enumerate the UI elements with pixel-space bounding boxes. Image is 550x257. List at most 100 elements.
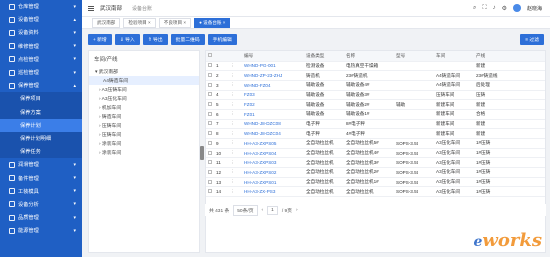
row-menu-icon[interactable]: ⋮ — [228, 61, 242, 72]
row-menu-icon[interactable]: ⋮ — [228, 157, 242, 169]
tree-node[interactable]: A4铸造车间 — [89, 76, 199, 85]
row-checkbox[interactable] — [208, 150, 212, 155]
select-all-checkbox[interactable] — [208, 53, 212, 58]
tree-node[interactable]: › 机加车间 — [89, 103, 199, 112]
sidebar-item[interactable]: 保养方案 — [0, 105, 82, 119]
row-menu-icon[interactable]: ⋮ — [228, 177, 242, 188]
next-page-button[interactable]: › — [296, 208, 298, 213]
fullscreen-icon[interactable]: ⛶ — [482, 5, 486, 12]
row-checkbox[interactable] — [208, 121, 212, 126]
import-button[interactable]: ⇓ 导入 — [114, 33, 140, 45]
table-cell[interactable]: FZ01 — [242, 109, 304, 120]
tree-node[interactable]: › 涂装车间 — [89, 139, 199, 148]
table-cell[interactable]: WHND-ZP-23-ZHJ — [242, 70, 304, 81]
bell-icon[interactable]: ♪ — [493, 5, 496, 11]
collapse-handle[interactable] — [200, 146, 204, 160]
sidebar-item[interactable]: 设备资料 ▾ — [0, 26, 82, 39]
table-cell[interactable]: FZ03 — [242, 90, 304, 101]
tree-node[interactable]: › A3压铸车间 — [89, 85, 199, 94]
table-cell[interactable]: HH-A3-ZXPS03 — [242, 157, 304, 169]
table-cell[interactable]: HH-A3-ZX-PS3 — [242, 186, 304, 198]
row-checkbox[interactable] — [208, 63, 212, 68]
table-row[interactable]: 14 ⋮ HH-A3-ZX-PS3 全自动拉丝机 全自动拉丝机 SOPS-3.5t A3压化… — [206, 186, 545, 198]
row-menu-icon[interactable]: ⋮ — [228, 138, 242, 149]
table-cell[interactable]: WHND-FZ04 — [242, 80, 304, 91]
tab[interactable]: 武汉南部 — [92, 17, 121, 28]
menu-toggle-icon[interactable] — [88, 5, 94, 11]
sidebar-item[interactable]: 设备分析 ▾ — [0, 198, 82, 211]
table-cell[interactable]: WHND-J8-DZC04 — [242, 128, 304, 139]
table-row[interactable]: 10 ⋮ HH-A3-ZXPS04 全自动拉丝机 全自动拉丝机4# SOPS-3.5t A3… — [206, 148, 545, 159]
sidebar-item[interactable]: 保养项目 — [0, 92, 82, 106]
table-cell[interactable]: WHND-PG-001 — [242, 61, 304, 72]
row-checkbox[interactable] — [208, 179, 212, 184]
filter-button[interactable]: ≡ 过滤 — [520, 33, 544, 45]
table-cell[interactable]: HH-A3-ZXPS02 — [242, 167, 304, 178]
page-number-input[interactable]: 1 — [267, 205, 278, 215]
row-checkbox[interactable] — [208, 189, 212, 194]
sidebar-item[interactable]: 维修管理 ▾ — [0, 40, 82, 53]
add-button[interactable]: + 新增 — [88, 33, 112, 45]
sidebar-item[interactable]: 仓库管理 ▾ — [0, 0, 82, 13]
mobile-edit-button[interactable]: 手机编辑 — [207, 33, 237, 45]
sidebar-item[interactable]: 巡检管理 ▾ — [0, 66, 82, 79]
qrcode-button[interactable]: 批量二维码 — [170, 33, 205, 45]
row-menu-icon[interactable]: ⋮ — [228, 148, 242, 159]
table-cell[interactable]: WHND-J8-DZC08 — [242, 119, 304, 130]
sidebar-item[interactable]: 润滑管理 ▾ — [0, 158, 82, 171]
table-row[interactable]: 6 ⋮ FZ01 辅助设备 辅助设备1# 新建车间 合格 — [206, 109, 545, 120]
page-size-select[interactable]: 50条/页 — [233, 204, 258, 216]
row-checkbox[interactable] — [208, 82, 212, 87]
table-row[interactable]: 13 ⋮ HH-A3-ZXPS01 全自动拉丝机 全自动拉丝机1# SOPS-3.5t A3… — [206, 177, 545, 188]
row-menu-icon[interactable]: ⋮ — [228, 186, 242, 198]
settings-icon[interactable]: ⚙ — [502, 5, 507, 12]
table-row[interactable]: 8 ⋮ WHND-J8-DZC04 电子秤 4#电子秤 新建车间 新建 — [206, 128, 545, 139]
row-menu-icon[interactable]: ⋮ — [228, 167, 242, 178]
avatar[interactable] — [512, 4, 521, 12]
sidebar-item[interactable]: 能源管理 ▾ — [0, 224, 82, 237]
row-menu-icon[interactable]: ⋮ — [228, 128, 242, 139]
row-menu-icon[interactable]: ⋮ — [228, 109, 242, 120]
sidebar-item[interactable]: 设备管理 ▴ — [0, 13, 82, 26]
table-row[interactable]: 1 ⋮ WHND-PG-001 检测设备 电热真空干燥箱 新建 — [206, 61, 545, 72]
row-menu-icon[interactable]: ⋮ — [228, 119, 242, 130]
tree-node[interactable]: › 涂装车间 — [89, 148, 199, 157]
row-menu-icon[interactable]: ⋮ — [228, 80, 242, 91]
export-button[interactable]: ⇑ 导出 — [142, 33, 168, 45]
user-name[interactable]: 赵晓海 — [527, 5, 542, 12]
tab[interactable]: ● 设备台账 × — [194, 17, 231, 28]
table-row[interactable]: 2 ⋮ WHND-ZP-23-ZHJ 铸造机 23#铸造机 A4铸造车间 23#铸造线 — [206, 70, 545, 81]
table-cell[interactable]: FZ02 — [242, 99, 304, 110]
row-checkbox[interactable] — [208, 111, 212, 116]
sidebar-item[interactable]: 保养计划 — [0, 118, 82, 132]
sidebar-item[interactable]: 点检管理 ▾ — [0, 53, 82, 66]
row-checkbox[interactable] — [208, 92, 212, 97]
table-row[interactable]: 12 ⋮ HH-A3-ZXPS02 全自动拉丝机 全自动拉丝机2# SOPS-3.5t A3… — [206, 167, 545, 178]
row-menu-icon[interactable]: ⋮ — [228, 90, 242, 101]
tree-node[interactable]: ▾ 武汉南部 — [89, 67, 199, 76]
table-row[interactable]: 5 ⋮ FZ02 辅助设备 辅助设备2# 辅助 新建车间 新建 — [206, 99, 545, 110]
sidebar-item[interactable]: 保养管理 ▴ — [0, 79, 82, 92]
table-row[interactable]: 4 ⋮ FZ03 辅助设备 辅助设备3# 压铸车间 压铸 — [206, 90, 545, 101]
table-cell[interactable]: HH-A3-ZXPS01 — [242, 177, 304, 188]
sidebar-item[interactable]: 工装模具 ▾ — [0, 185, 82, 198]
tab[interactable]: 检验项目 × — [123, 17, 156, 28]
tree-node[interactable]: › 铸造车间 — [89, 112, 199, 121]
prev-page-button[interactable]: ‹ — [262, 208, 264, 213]
table-row[interactable]: 3 ⋮ WHND-FZ04 辅助设备 辅助设备4# A4铸造车间 后处理 — [206, 80, 545, 91]
table-cell[interactable]: HH-A3-ZXPS05 — [242, 138, 304, 149]
table-row[interactable]: 9 ⋮ HH-A3-ZXPS05 全自动拉丝机 全自动拉丝机5# SOPS-3.5t A3压… — [206, 138, 545, 149]
row-checkbox[interactable] — [208, 73, 212, 78]
sidebar-item[interactable]: 保养任务 — [0, 145, 82, 159]
table-row[interactable]: 7 ⋮ WHND-J8-DZC08 电子秤 8#电子秤 新建车间 新建 — [206, 119, 545, 130]
row-checkbox[interactable] — [208, 131, 212, 136]
sidebar-item[interactable]: 保养计划明细 — [0, 131, 82, 146]
row-menu-icon[interactable]: ⋮ — [228, 99, 242, 110]
search-icon[interactable]: ⌕ — [473, 5, 476, 12]
sidebar-item[interactable]: 备件管理 ▾ — [0, 171, 82, 184]
tree-node[interactable]: › 压铸车间 — [89, 130, 199, 139]
sidebar-item[interactable]: 品质管理 ▾ — [0, 211, 82, 224]
table-cell[interactable]: HH-A3-ZXPS04 — [242, 148, 304, 159]
table-row[interactable]: 11 ⋮ HH-A3-ZXPS03 全自动拉丝机 全自动拉丝机3# SOPS-3.5t A3… — [206, 157, 545, 169]
tab[interactable]: 不良项目 × — [158, 17, 192, 28]
